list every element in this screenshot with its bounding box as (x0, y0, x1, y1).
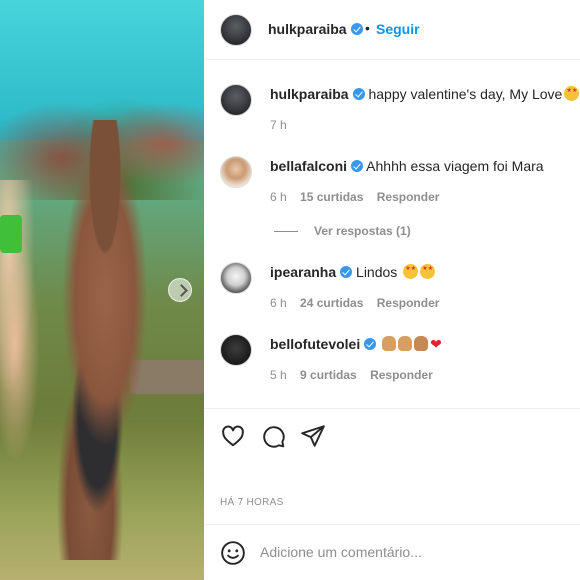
comment-avatar[interactable] (220, 334, 252, 366)
comment-username[interactable]: bellafalconi (270, 158, 347, 174)
comment-text: Lindos (356, 264, 398, 280)
author-username[interactable]: hulkparaiba (268, 21, 363, 37)
author-avatar[interactable] (220, 14, 252, 46)
comment-meta: 5 h 9 curtidas Responder (270, 368, 433, 382)
post-actions: HÁ 7 HORAS (204, 408, 580, 528)
add-comment-bar: Adicione um comentário... (204, 524, 580, 580)
caption-time: 7 h (270, 118, 287, 132)
view-replies-button[interactable]: Ver respostas (1) (274, 224, 411, 238)
comment-likes[interactable]: 15 curtidas (300, 190, 363, 204)
post-panel: hulkparaiba • Seguir hulkparaiba happy v… (204, 0, 580, 580)
replies-divider (274, 231, 298, 233)
star-eyes-emoji-icon (564, 86, 580, 101)
comment-avatar[interactable] (220, 156, 252, 188)
comment-item: bellofutevolei ❤ (270, 336, 442, 353)
comment-avatar[interactable] (220, 262, 252, 294)
comment-time: 6 h (270, 296, 287, 310)
caption-avatar[interactable] (220, 84, 252, 116)
comment-icon[interactable] (260, 423, 286, 449)
view-replies-text[interactable]: Ver respostas (1) (314, 224, 411, 238)
reply-button[interactable]: Responder (377, 190, 440, 204)
comment-likes[interactable]: 24 curtidas (300, 296, 363, 310)
verified-badge-icon (364, 338, 377, 350)
red-heart-emoji-icon: ❤ (430, 336, 442, 352)
reply-button[interactable]: Responder (377, 296, 440, 310)
comment-meta: 6 h 24 curtidas Responder (270, 296, 439, 310)
caption: hulkparaiba happy valentine's day, My Lo… (270, 86, 580, 102)
comment-time: 5 h (270, 368, 287, 382)
follow-button[interactable]: Seguir (376, 21, 420, 37)
comment-text: Ahhhh essa viagem foi Mara (366, 158, 544, 174)
heart-icon[interactable] (220, 423, 246, 449)
comment-meta: 6 h 15 curtidas Responder (270, 190, 439, 204)
reply-button[interactable]: Responder (370, 368, 433, 382)
verified-badge-icon (352, 88, 365, 100)
send-icon[interactable] (300, 423, 326, 449)
header-separator: • (365, 20, 370, 36)
post-header: hulkparaiba • Seguir (204, 0, 580, 60)
photo-swimsuit (0, 215, 22, 253)
comment-time: 6 h (270, 190, 287, 204)
star-eyes-emoji-icon (420, 264, 436, 279)
verified-badge-icon (351, 160, 364, 172)
comment-input[interactable]: Adicione um comentário... (260, 544, 422, 560)
photo-man (30, 120, 180, 560)
verified-badge-icon (350, 23, 363, 35)
comment-item: ipearanha Lindos (270, 264, 436, 280)
praying-hands-emoji-icon (414, 336, 429, 351)
post-date: HÁ 7 HORAS (220, 497, 284, 508)
caption-username[interactable]: hulkparaiba (270, 86, 349, 102)
author-username-text[interactable]: hulkparaiba (268, 21, 347, 37)
comment-item: bellafalconi Ahhhh essa viagem foi Mara (270, 158, 544, 174)
caption-time-text: 7 h (270, 118, 287, 132)
star-eyes-emoji-icon (403, 264, 419, 279)
smiley-icon[interactable] (220, 540, 246, 566)
post-photo (0, 0, 204, 580)
comment-likes[interactable]: 9 curtidas (300, 368, 357, 382)
verified-badge-icon (340, 266, 353, 278)
raised-hands-emoji-icon (382, 336, 397, 351)
caption-text: happy valentine's day, My Love (368, 86, 563, 102)
thumbs-up-emoji-icon (398, 336, 413, 351)
next-photo-button[interactable] (168, 278, 192, 302)
comment-username[interactable]: ipearanha (270, 264, 336, 280)
comment-username[interactable]: bellofutevolei (270, 336, 360, 352)
